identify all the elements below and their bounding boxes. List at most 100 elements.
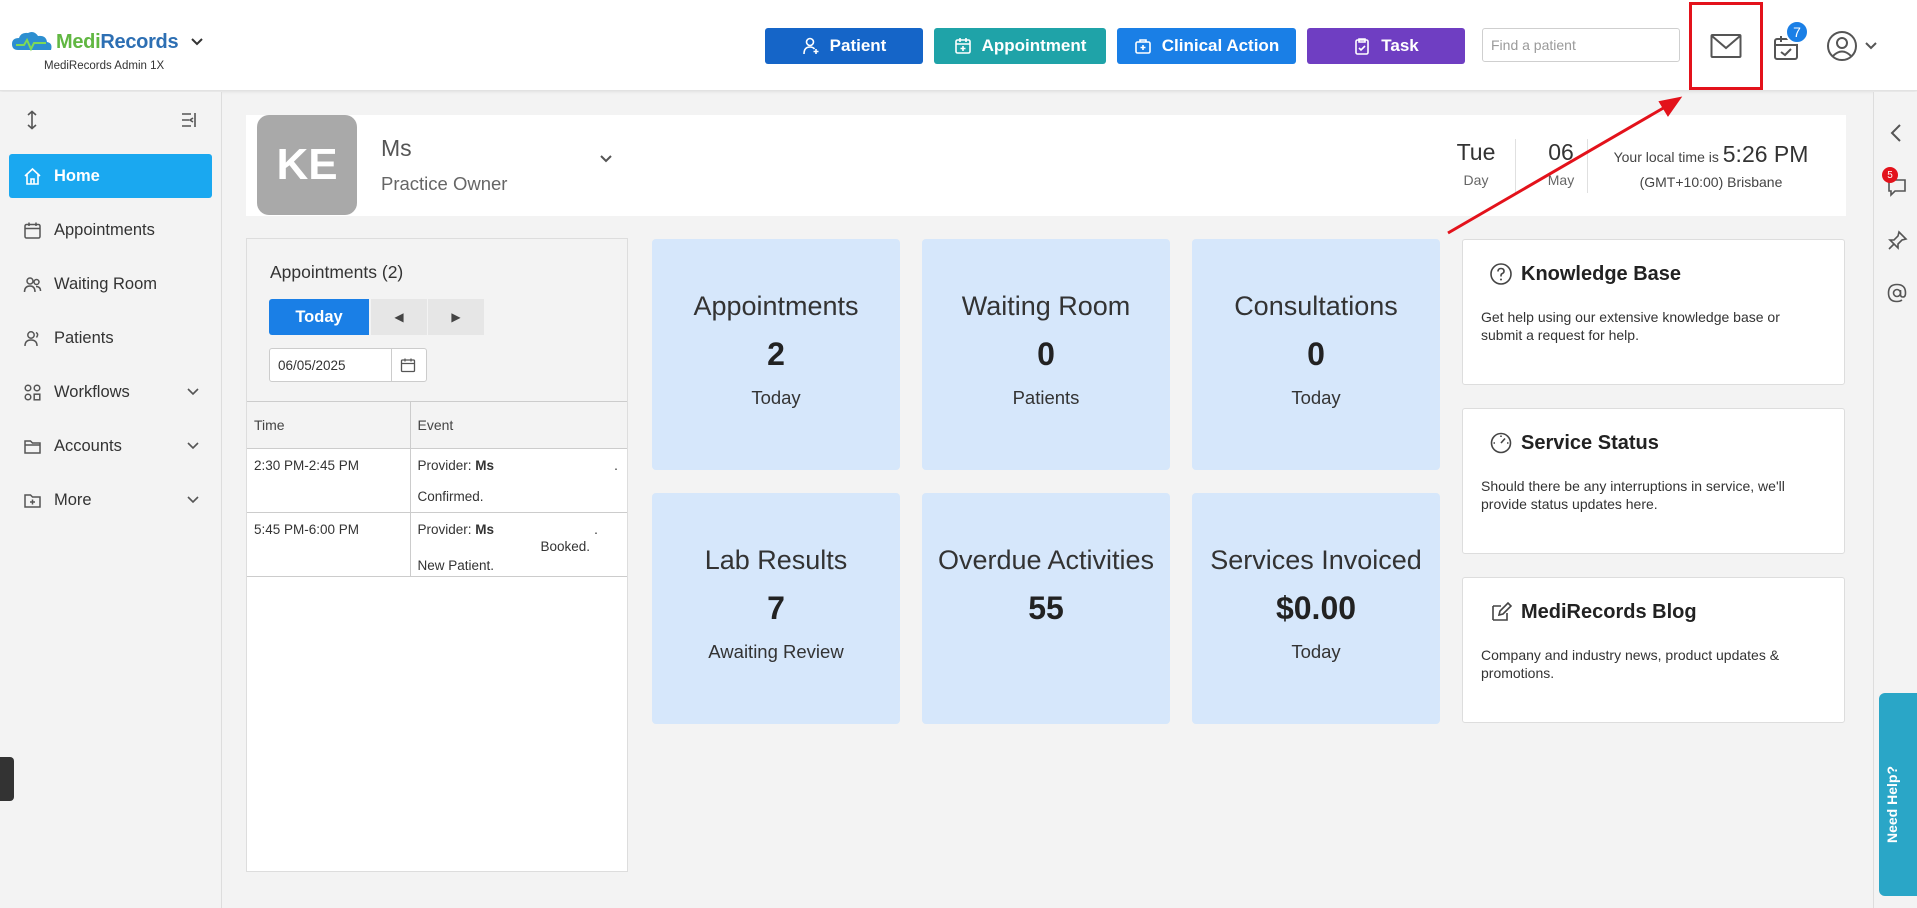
provider-name: Ms xyxy=(475,521,495,537)
stat-subtitle: Today xyxy=(1291,641,1341,662)
local-time-display: Your local time is 5:26 PM (GMT+10:00) B… xyxy=(1606,141,1816,190)
appointment-time: 5:45 PM-6:00 PM xyxy=(247,512,411,577)
mail-icon xyxy=(1710,34,1742,58)
sidebar-item-accounts[interactable]: Accounts xyxy=(9,424,212,468)
sidebar-tools xyxy=(22,110,202,134)
chevron-down-icon[interactable] xyxy=(598,151,614,167)
patient-search[interactable] xyxy=(1482,28,1680,62)
info-card-title: MediRecords Blog xyxy=(1521,600,1697,623)
question-icon xyxy=(1490,263,1512,285)
app-logo[interactable]: MediRecords MediRecords Admin 1X xyxy=(10,30,210,85)
provider-label: Provider: xyxy=(417,457,472,473)
sidebar-item-label: More xyxy=(54,490,92,509)
task-button[interactable]: Task xyxy=(1307,28,1465,64)
appointments-panel: Appointments (2) Today ◀ ▶ 06/05/2025 Ti… xyxy=(246,238,628,872)
clinical-action-button-label: Clinical Action xyxy=(1161,36,1280,55)
chevron-left-icon[interactable] xyxy=(1886,122,1908,144)
mail-button[interactable] xyxy=(1689,2,1763,90)
app-subtitle: MediRecords Admin 1X xyxy=(44,60,165,72)
patient-button[interactable]: Patient xyxy=(765,28,923,64)
blog-card[interactable]: MediRecords Blog Company and industry ne… xyxy=(1462,577,1845,723)
service-status-card[interactable]: Service Status Should there be any inter… xyxy=(1462,408,1845,554)
stat-card-services-invoiced[interactable]: Services Invoiced $0.00 Today xyxy=(1192,493,1440,724)
sidebar-item-label: Appointments xyxy=(54,220,155,239)
workflow-icon xyxy=(24,383,41,401)
logo-text: MediRecords xyxy=(56,30,179,53)
table-row[interactable]: 5:45 PM-6:00 PM Provider: Ms. Booked. Ne… xyxy=(247,512,627,577)
date-input[interactable]: 06/05/2025 xyxy=(270,349,392,381)
stat-value: 0 xyxy=(1037,336,1055,372)
stat-title: Overdue Activities xyxy=(937,545,1155,575)
sidebar-item-workflows[interactable]: Workflows xyxy=(9,370,212,414)
local-time-prefix: Your local time is xyxy=(1613,149,1719,165)
patient-button-label: Patient xyxy=(829,36,887,55)
next-day-button[interactable]: ▶ xyxy=(428,299,484,335)
info-card-title: Service Status xyxy=(1521,431,1659,454)
calendar-icon[interactable] xyxy=(400,357,416,373)
stat-subtitle: Today xyxy=(1291,387,1341,408)
mention-icon[interactable] xyxy=(1886,282,1908,304)
appointments-table: Time Event 2:30 PM-2:45 PM Provider: Ms.… xyxy=(247,402,627,577)
stat-subtitle: Patients xyxy=(1012,387,1080,408)
sidebar-item-label: Workflows xyxy=(54,382,130,401)
previous-day-button[interactable]: ◀ xyxy=(371,299,427,335)
table-row[interactable]: 2:30 PM-2:45 PM Provider: Ms. Confirmed. xyxy=(247,448,627,513)
chevron-down-icon[interactable] xyxy=(190,35,204,49)
day-value: Tue xyxy=(1456,139,1496,165)
info-card-body: Get help using our extensive knowledge b… xyxy=(1481,309,1780,343)
stat-card-appointments[interactable]: Appointments 2 Today xyxy=(652,239,900,470)
pin-icon[interactable] xyxy=(1886,230,1908,252)
calendar-badge: 7 xyxy=(1785,20,1809,44)
appointment-button[interactable]: Appointment xyxy=(934,28,1106,64)
stat-card-consultations[interactable]: Consultations 0 Today xyxy=(1192,239,1440,470)
need-help-label: Need Help? xyxy=(1884,765,1900,843)
sidebar-item-label: Patients xyxy=(54,328,114,347)
date-picker[interactable]: 06/05/2025 xyxy=(269,348,427,382)
appointment-time: 2:30 PM-2:45 PM xyxy=(247,448,411,513)
sidebar-item-appointments[interactable]: Appointments xyxy=(9,208,212,252)
appointment-button-label: Appointment xyxy=(981,36,1087,55)
clinical-action-button[interactable]: Clinical Action xyxy=(1117,28,1296,64)
sidebar-item-home[interactable]: Home xyxy=(9,154,212,198)
resize-vertical-icon[interactable] xyxy=(22,110,42,130)
sidebar-item-more[interactable]: More xyxy=(9,478,212,522)
profile-name: Ms xyxy=(381,135,412,161)
calendar-icon xyxy=(24,222,41,239)
clipboard-check-icon xyxy=(1355,38,1370,55)
logo-cloud-icon xyxy=(12,32,52,52)
stat-card-waiting-room[interactable]: Waiting Room 0 Patients xyxy=(922,239,1170,470)
appointment-event: Provider: Ms. Booked. New Patient. xyxy=(410,512,627,577)
stat-card-overdue-activities[interactable]: Overdue Activities 55 xyxy=(922,493,1170,724)
stat-value: $0.00 xyxy=(1275,590,1357,626)
gauge-icon xyxy=(1490,432,1512,454)
timezone: (GMT+10:00) Brisbane xyxy=(1639,174,1783,190)
medical-bag-icon xyxy=(1134,39,1151,54)
appointments-panel-title: Appointments (2) xyxy=(270,262,404,282)
appointment-note: New Patient. xyxy=(417,557,495,573)
appointment-status: Confirmed. xyxy=(417,488,484,504)
patients-icon xyxy=(24,330,39,346)
need-help-button[interactable]: Need Help? xyxy=(1879,693,1917,896)
provider-name: Ms xyxy=(475,457,495,473)
stat-value: 7 xyxy=(767,590,785,626)
divider xyxy=(1515,139,1516,193)
stat-title: Services Invoiced xyxy=(1210,545,1422,575)
side-drawer-tab[interactable] xyxy=(0,757,14,801)
knowledge-base-card[interactable]: Knowledge Base Get help using our extens… xyxy=(1462,239,1845,385)
date-value: 06 xyxy=(1548,139,1574,165)
collapse-sidebar-icon[interactable] xyxy=(180,110,200,130)
info-card-body: Should there be any interruptions in ser… xyxy=(1481,478,1785,512)
profile-role: Practice Owner xyxy=(381,173,508,194)
home-icon xyxy=(24,167,41,185)
today-button[interactable]: Today xyxy=(269,299,369,335)
redacted-mark: . xyxy=(614,457,618,473)
stat-card-lab-results[interactable]: Lab Results 7 Awaiting Review xyxy=(652,493,900,724)
user-menu[interactable] xyxy=(1826,28,1886,64)
column-header-time: Time xyxy=(247,402,411,449)
add-user-icon xyxy=(802,37,819,55)
day-display: Tue Day xyxy=(1436,139,1516,188)
search-input[interactable] xyxy=(1491,37,1672,53)
profile-bar: KE Ms Practice Owner Tue Day 06 May Your… xyxy=(246,115,1846,216)
sidebar-item-patients[interactable]: Patients xyxy=(9,316,212,360)
sidebar-item-waiting-room[interactable]: Waiting Room xyxy=(9,262,212,306)
